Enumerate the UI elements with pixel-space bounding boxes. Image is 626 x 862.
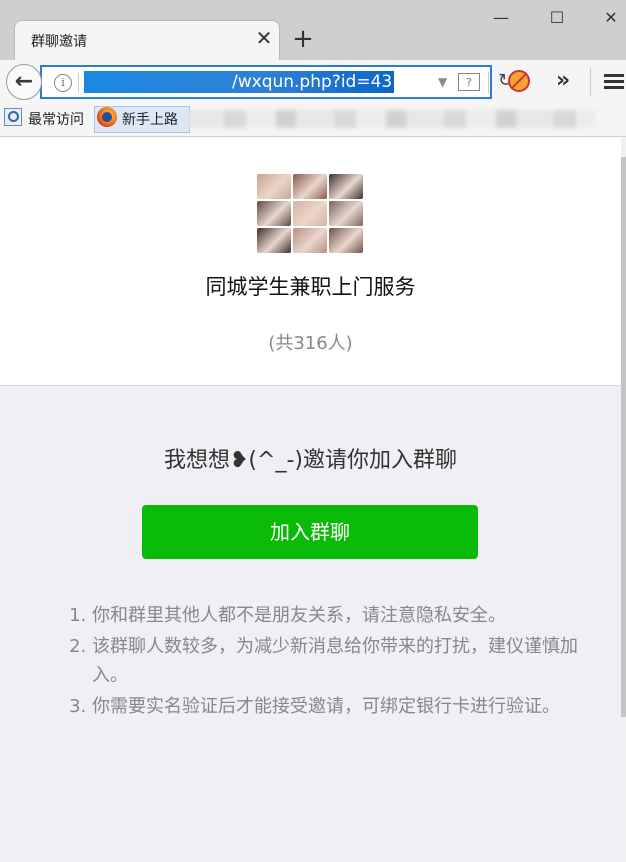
back-button[interactable]: ← bbox=[6, 64, 42, 100]
url-divider bbox=[488, 72, 489, 94]
avatar bbox=[257, 201, 291, 226]
maximize-icon[interactable]: ☐ bbox=[542, 6, 572, 30]
minimize-icon[interactable]: — bbox=[486, 6, 516, 30]
join-group-button[interactable]: 加入群聊 bbox=[142, 505, 478, 559]
url-bar[interactable]: i /wxqun.php?id=43 ▼ ? ↻ bbox=[40, 65, 513, 99]
member-count: (共316人) bbox=[268, 333, 353, 354]
group-avatar bbox=[257, 174, 363, 254]
tab-title: 群聊邀请 bbox=[31, 34, 87, 50]
blurred-bookmarks bbox=[186, 110, 596, 128]
bookmark-getting-started[interactable]: 新手上路 bbox=[122, 109, 178, 131]
url-divider bbox=[78, 73, 79, 93]
group-name: 同城学生兼职上门服务 bbox=[205, 275, 416, 299]
notice-list: 你和群里其他人都不是朋友关系，请注意隐私安全。 该群聊人数较多，为减少新消息给你… bbox=[68, 601, 612, 723]
close-tab-icon[interactable]: ✕ bbox=[253, 27, 275, 49]
page-action-icon[interactable]: ? bbox=[458, 73, 480, 91]
toolbar-divider bbox=[590, 68, 591, 96]
invite-section: 我想想❥(^_-)邀请你加入群聊 加入群聊 你和群里其他人都不是朋友关系，请注意… bbox=[0, 386, 621, 862]
overflow-chevron-icon[interactable]: » bbox=[556, 68, 570, 93]
url-text[interactable]: /wxqun.php?id=43 bbox=[84, 71, 395, 93]
list-item: 你需要实名验证后才能接受邀请，可绑定银行卡进行验证。 bbox=[92, 692, 612, 721]
list-item: 你和群里其他人都不是朋友关系，请注意隐私安全。 bbox=[92, 601, 612, 630]
scrollbar[interactable] bbox=[621, 137, 626, 862]
avatar bbox=[329, 174, 363, 199]
url-dropdown-icon[interactable]: ▼ bbox=[438, 75, 447, 89]
avatar bbox=[293, 174, 327, 199]
avatar bbox=[329, 228, 363, 253]
avatar bbox=[293, 228, 327, 253]
group-header: 同城学生兼职上门服务 (共316人) bbox=[0, 137, 621, 386]
avatar bbox=[329, 201, 363, 226]
invite-message: 我想想❥(^_-)邀请你加入群聊 bbox=[164, 448, 457, 473]
avatar bbox=[257, 228, 291, 253]
browser-window: 群聊邀请 ✕ + — ☐ ✕ i /wxqun.php?id=43 ▼ ? ↻ … bbox=[0, 0, 626, 862]
avatar bbox=[257, 174, 291, 199]
bookmark-most-visited[interactable]: 最常访问 bbox=[28, 109, 84, 131]
navigation-bar: i /wxqun.php?id=43 ▼ ? ↻ ← » bbox=[0, 60, 626, 104]
scrollbar-thumb[interactable] bbox=[621, 157, 626, 717]
bookmark-search-icon bbox=[4, 108, 22, 126]
avatar bbox=[293, 201, 327, 226]
bookmarks-toolbar: 最常访问 新手上路 bbox=[0, 104, 626, 137]
info-icon[interactable]: i bbox=[54, 74, 72, 92]
hamburger-menu-icon[interactable] bbox=[604, 74, 624, 90]
list-item: 该群聊人数较多，为减少新消息给你带来的打扰，建仪谨慎加入。 bbox=[92, 632, 612, 690]
firefox-icon bbox=[97, 107, 117, 127]
browser-tab[interactable]: 群聊邀请 ✕ bbox=[14, 20, 280, 60]
tab-strip: 群聊邀请 ✕ + — ☐ ✕ bbox=[0, 0, 626, 60]
close-window-icon[interactable]: ✕ bbox=[596, 6, 626, 30]
new-tab-icon[interactable]: + bbox=[290, 26, 316, 52]
page-content: 同城学生兼职上门服务 (共316人) 我想想❥(^_-)邀请你加入群聊 加入群聊… bbox=[0, 137, 621, 862]
blocked-addon-icon[interactable] bbox=[508, 70, 530, 92]
